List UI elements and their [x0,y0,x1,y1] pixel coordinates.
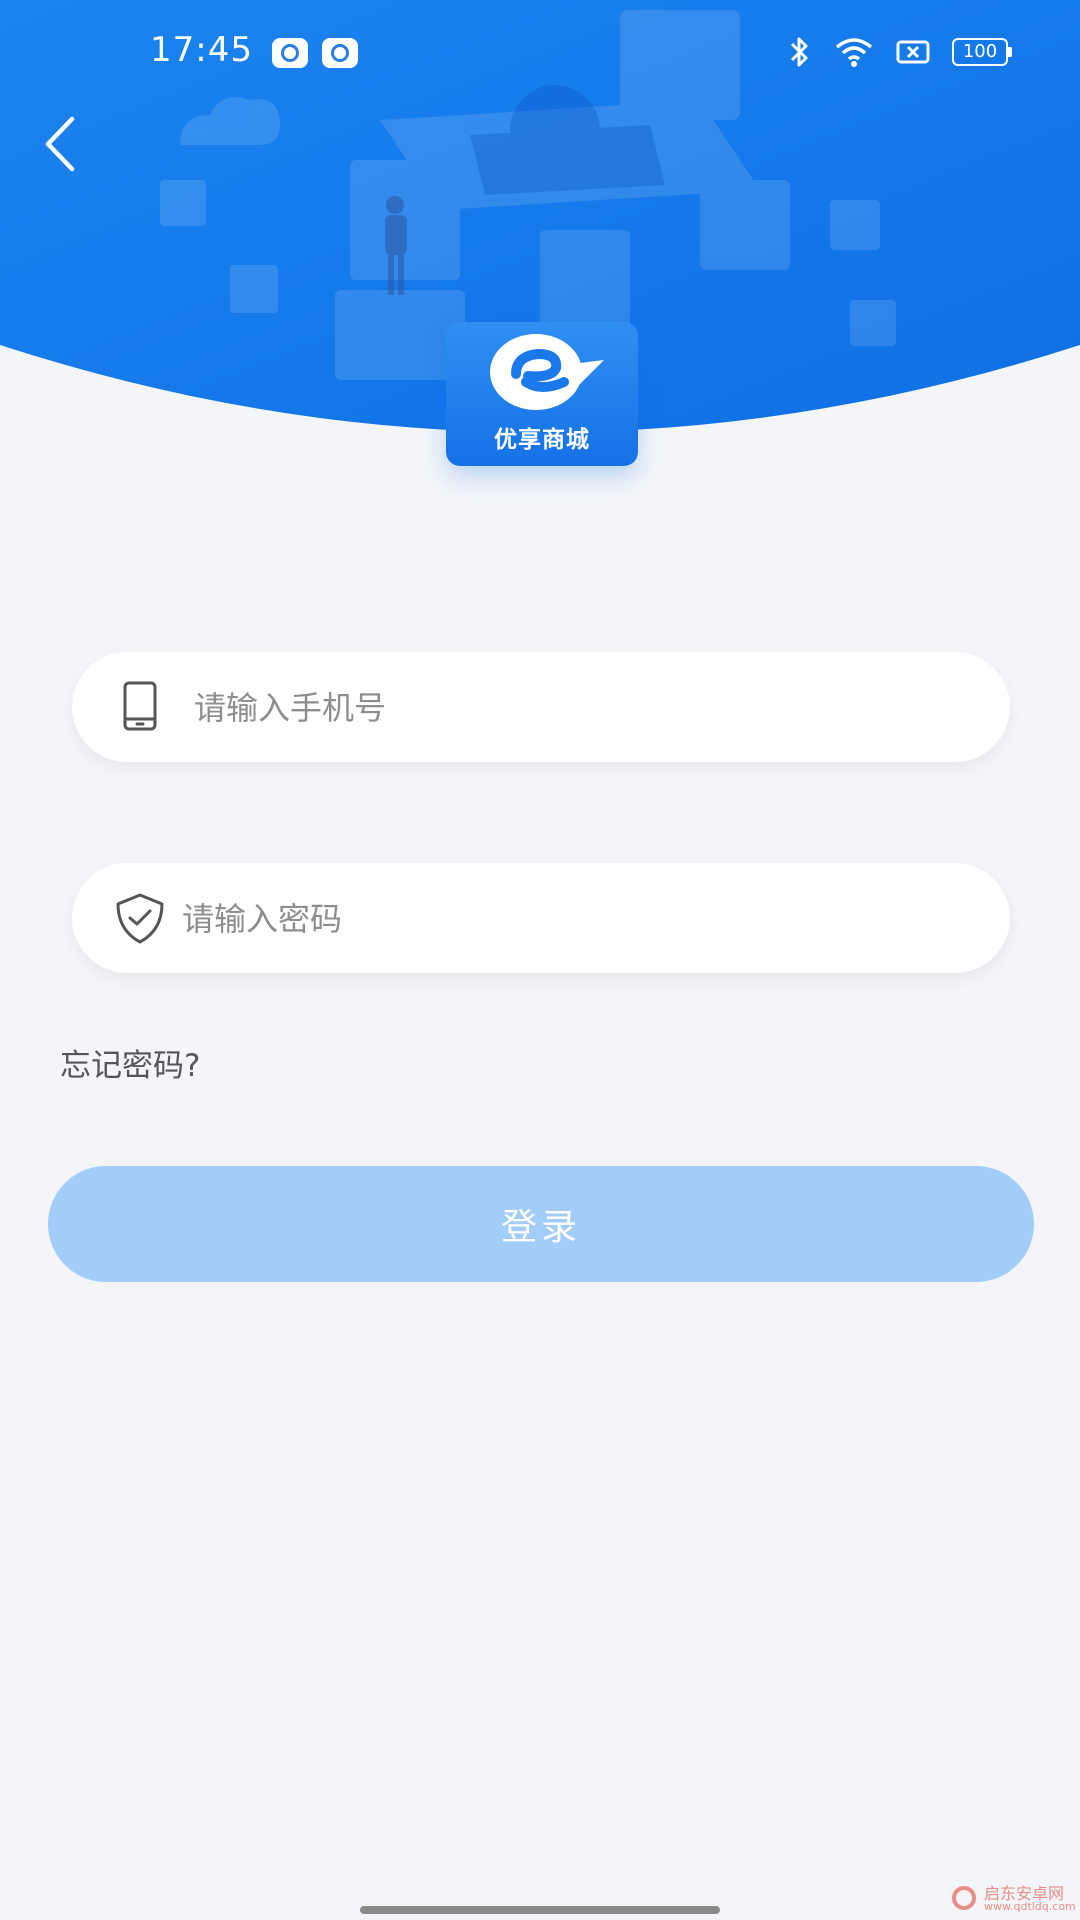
battery-icon: 100 [952,38,1012,66]
app-notification-icon [322,38,358,68]
status-time: 17:45 [150,30,253,70]
phone-field[interactable] [72,652,1010,764]
watermark-icon [952,1886,976,1910]
logo-text: 优享商城 [494,427,590,453]
password-input[interactable] [180,863,944,975]
app-logo: 优享商城 [446,322,638,466]
phone-icon [123,681,157,731]
watermark-url: www.qdtldq.com [984,1900,1076,1913]
watermark-logo: 启东安卓网 www.qdtldq.com [950,1880,1078,1918]
bluetooth-icon [790,37,808,67]
home-indicator[interactable] [360,1906,720,1914]
shield-check-icon [116,893,164,944]
wifi-icon [835,38,873,67]
chevron-left-icon [45,116,75,172]
back-button[interactable] [40,115,80,173]
status-bar: 17:45 100 [0,0,1080,110]
forgot-password-link[interactable]: 忘记密码? [60,1040,200,1085]
sim-off-icon [896,40,930,64]
login-button[interactable]: 登录 [48,1166,1034,1282]
status-icons: 100 [786,36,1012,68]
phone-input[interactable] [192,652,956,764]
password-field[interactable] [72,863,1010,975]
logo-mark-icon [490,334,604,410]
app-notification-icon [272,38,308,68]
